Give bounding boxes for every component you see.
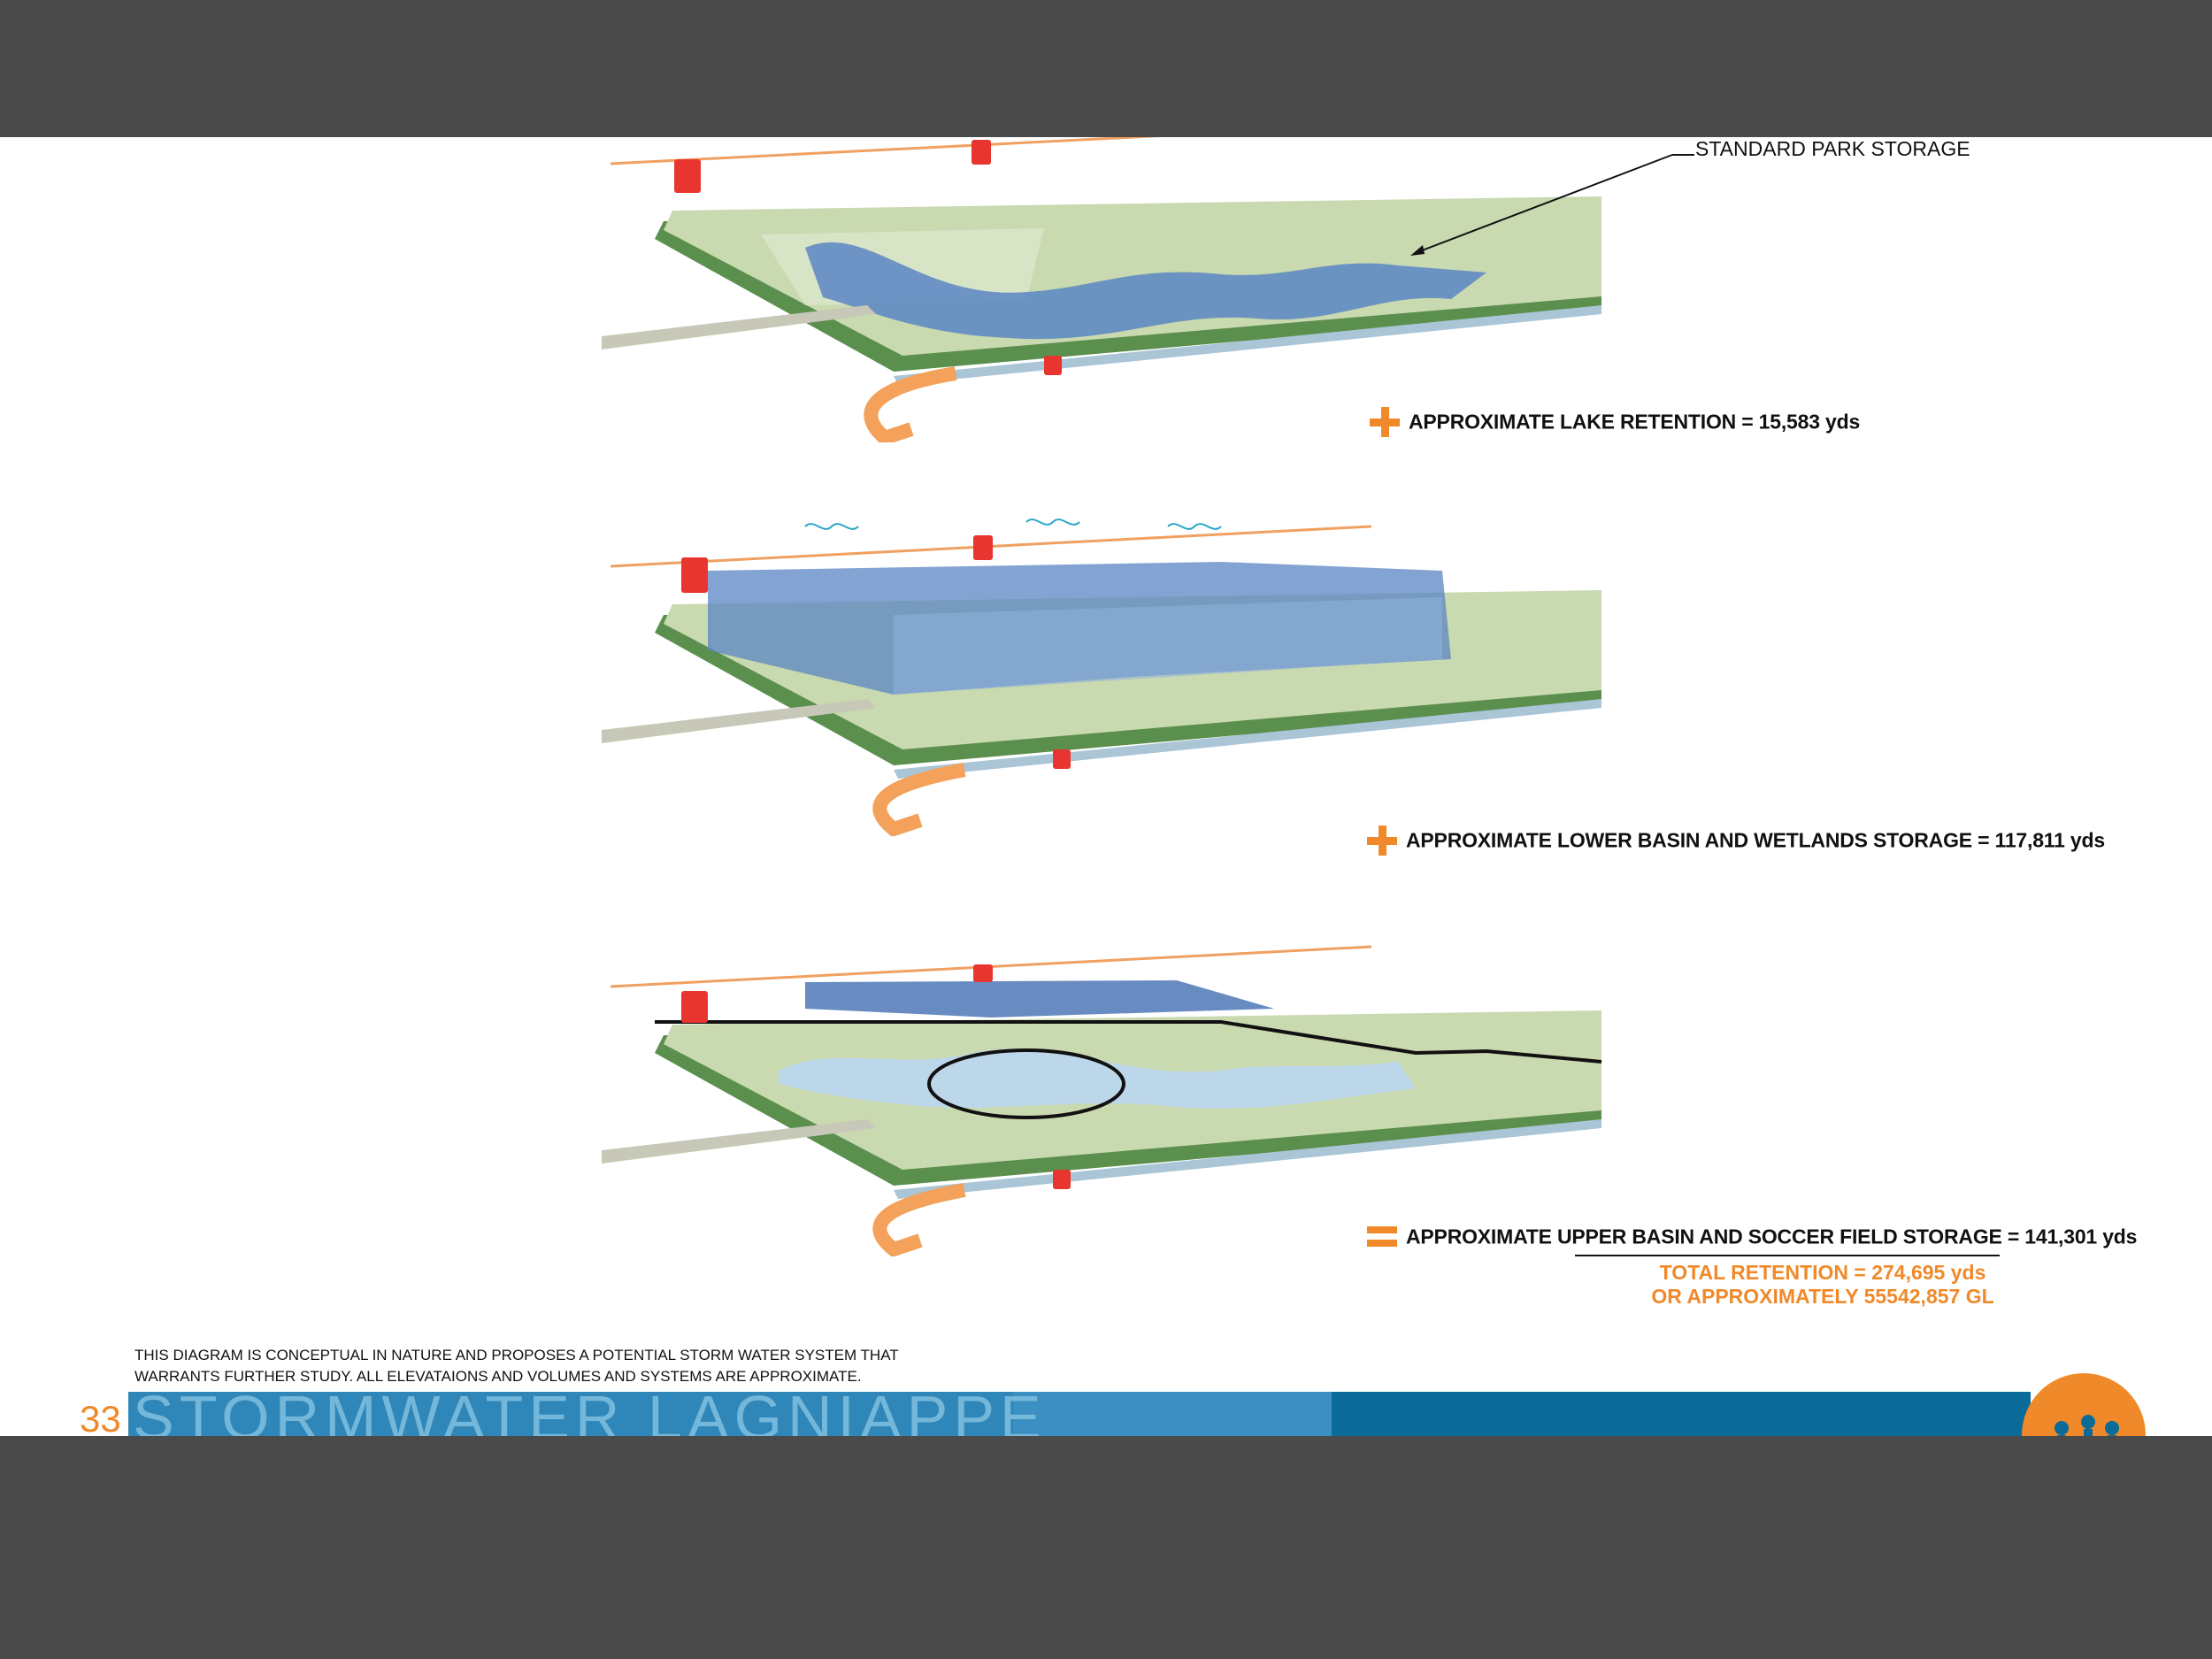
document-page: STANDARD PARK STORAGE APPROXIMATE LAKE R… [0,137,2212,1436]
site-plan-illustration-3 [602,945,1602,1256]
disclaimer-line-1: THIS DIAGRAM IS CONCEPTUAL IN NATURE AND… [134,1347,899,1363]
callout-label: STANDARD PARK STORAGE [1695,137,1970,160]
standard-park-storage-callout: STANDARD PARK STORAGE [1695,137,1970,161]
lower-basin-text: APPROXIMATE LOWER BASIN AND WETLANDS STO… [1406,828,2105,852]
upper-basin-text: APPROXIMATE UPPER BASIN AND SOCCER FIELD… [1406,1225,2138,1248]
upper-basin-label: APPROXIMATE UPPER BASIN AND SOCCER FIELD… [1367,1224,2137,1248]
lake-retention-text: APPROXIMATE LAKE RETENTION = 15,583 yds [1409,410,1861,434]
total-retention-line: TOTAL RETENTION = 274,695 yds [1659,1261,1986,1284]
lake-retention-label: APPROXIMATE LAKE RETENTION = 15,583 yds [1370,407,1860,437]
upper-basin-diagram [602,938,1619,1256]
callout-leader-line [1410,154,1694,256]
logo-icon [2022,1373,2146,1436]
page-number: 33 [80,1398,121,1436]
equals-icon [1367,1225,1397,1248]
plus-icon [1370,407,1400,437]
total-gallons-line: OR APPROXIMATELY 55542,857 GL [1651,1285,1994,1308]
total-retention: TOTAL RETENTION = 274,695 yds OR APPROXI… [1593,1261,2053,1309]
sum-underline [1575,1255,2000,1256]
lower-basin-label: APPROXIMATE LOWER BASIN AND WETLANDS STO… [1367,826,2105,856]
site-plan-illustration-2 [602,518,1601,836]
lower-basin-diagram [602,518,1619,836]
footer-title: STORMWATER LAGNIAPPE [133,1383,1047,1436]
disclaimer: THIS DIAGRAM IS CONCEPTUAL IN NATURE AND… [134,1345,975,1387]
plus-icon [1367,826,1397,856]
